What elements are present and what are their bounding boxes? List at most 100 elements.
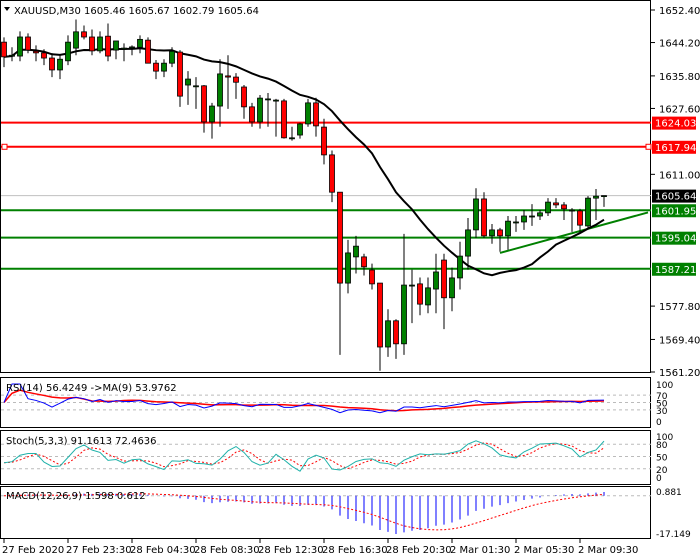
candle-body [89, 36, 95, 52]
candle-body [257, 97, 263, 123]
candle-body [169, 50, 175, 64]
price-tick-label: 1611.00 [659, 170, 700, 181]
candle-body [113, 40, 119, 51]
candle-body [361, 256, 367, 268]
candle-body [561, 204, 567, 210]
rsi-tick-label: 30 [656, 407, 668, 417]
stoch-tick-label: 50 [656, 454, 668, 464]
candle-body [25, 36, 31, 51]
candle-body [225, 75, 231, 78]
candle-body [497, 229, 503, 237]
main-panel[interactable] [0, 0, 651, 373]
macd-label: MACD(12,26,9) 1.598 0.612 [6, 491, 146, 502]
macd-tick-label: 0.881 [656, 488, 682, 498]
candle-body [81, 31, 87, 38]
candle-body [57, 58, 63, 71]
time-label: 28 Feb 04:30 [130, 545, 196, 556]
candle-body [41, 52, 47, 59]
candle-body [353, 245, 359, 258]
candle-body [17, 36, 23, 57]
rsi-tick-label: 100 [656, 381, 673, 391]
candle-body [449, 277, 455, 299]
candle-body [393, 320, 399, 345]
time-label: 2 Mar 05:30 [514, 545, 574, 556]
candle [281, 98, 287, 139]
candle-body [321, 126, 327, 156]
candle-body [329, 154, 335, 193]
stoch-tick-label: 80 [656, 441, 668, 451]
price-tick-label: 1561.20 [659, 368, 700, 379]
candle-body [537, 212, 543, 217]
candle-body [577, 210, 583, 226]
candle-body [129, 46, 135, 49]
support-level-label: 1601.95 [655, 206, 696, 217]
candle-body [153, 62, 159, 72]
candle-body [521, 215, 527, 223]
candle [585, 196, 591, 228]
candle-body [121, 47, 127, 50]
time-label: 28 Feb 20:30 [386, 545, 452, 556]
candle-body [529, 215, 535, 218]
candle-body [489, 229, 495, 237]
candle-body [553, 202, 559, 206]
candle-body [473, 198, 479, 231]
support-level-label: 1587.21 [655, 265, 696, 276]
candle-body [65, 41, 71, 62]
last-price-label: 1605.64 [655, 192, 696, 203]
candle-body [569, 209, 575, 212]
candle [305, 98, 311, 127]
candle-body [289, 137, 295, 140]
candle-body [73, 31, 79, 49]
candle-body [409, 284, 415, 287]
candle-body [481, 198, 487, 237]
candle-body [233, 76, 239, 83]
candle-body [441, 259, 447, 299]
resistance-level-label: 1624.03 [655, 119, 696, 130]
candle-body [505, 220, 511, 237]
candle-body [265, 98, 271, 101]
price-tick-label: 1577.80 [659, 302, 700, 313]
trading-chart[interactable]: 1652.40 1644.20 1635.80 1627.60 1611.00 1577.… [0, 0, 700, 560]
candle-body [593, 195, 599, 199]
candle-body [305, 102, 311, 125]
time-label: 27 Feb 2020 [2, 545, 64, 556]
support-level-label: 1595.04 [655, 234, 696, 245]
candle-body [545, 201, 551, 214]
candle-body [369, 269, 375, 285]
time-label: 28 Feb 08:30 [194, 545, 260, 556]
candle-body [345, 252, 351, 284]
candle-body [585, 197, 591, 227]
candle-body [457, 255, 463, 279]
candle-body [137, 38, 143, 48]
candle-body [401, 284, 407, 345]
ohlc-readout: 1605.46 1605.67 1602.79 1605.64 [84, 6, 259, 17]
rsi-tick-label: 0 [656, 418, 662, 428]
candle-body [433, 271, 439, 290]
macd-tick-label: -17.149 [656, 530, 691, 540]
price-tick-label: 1627.60 [659, 104, 700, 115]
candle-body [273, 99, 279, 102]
candle-body [9, 54, 15, 57]
rsi-label: RSI(14) 56.4249 ->MA(9) 53.9762 [6, 383, 177, 394]
candle-body [241, 86, 247, 108]
price-tick-label: 1635.80 [659, 72, 700, 83]
candle-body [313, 102, 319, 127]
candle-body [217, 73, 223, 107]
candle-body [377, 282, 383, 348]
candle-body [201, 85, 207, 123]
candle-body [417, 283, 423, 305]
price-tick-label: 1644.20 [659, 39, 700, 50]
time-label: 27 Feb 23:30 [66, 545, 132, 556]
symbol-label: XAUUSD,M30 [14, 6, 81, 17]
candle-body [601, 195, 607, 198]
candle-body [209, 105, 215, 123]
candle-body [385, 320, 391, 348]
candle-body [145, 39, 151, 64]
candle-body [177, 51, 183, 97]
level-anchor-handle [645, 143, 652, 150]
resistance-level-label: 1617.94 [655, 143, 696, 154]
candle-body [1, 41, 7, 58]
time-label: 2 Mar 01:30 [450, 545, 510, 556]
candle-body [161, 62, 167, 72]
time-label: 2 Mar 09:30 [578, 545, 638, 556]
